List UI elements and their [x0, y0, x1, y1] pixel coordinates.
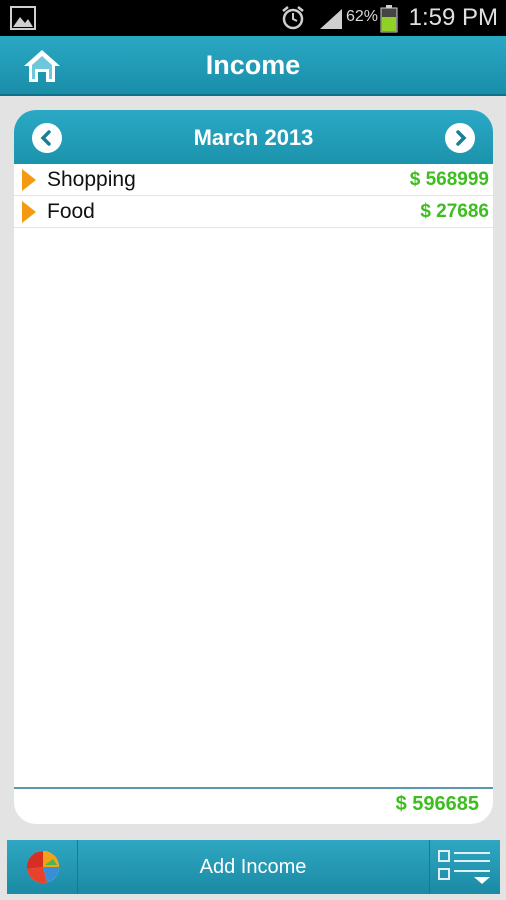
status-clock: 1:59 PM: [408, 4, 498, 31]
month-header: March 2013: [14, 110, 493, 164]
expand-arrow-icon: [22, 201, 36, 223]
category-amount: $ 568999: [409, 169, 489, 190]
gallery-icon: [10, 6, 36, 30]
income-list: Shopping $ 568999 Food $ 27686: [14, 164, 493, 228]
category-amount: $ 27686: [420, 201, 489, 222]
alarm-icon: [282, 6, 304, 30]
list-item[interactable]: Shopping $ 568999: [14, 164, 493, 196]
chart-button[interactable]: [7, 840, 78, 894]
total-divider: [14, 787, 493, 789]
battery-icon: [380, 5, 398, 33]
pie-chart-icon: [26, 850, 60, 884]
total-amount: $ 596685: [395, 793, 479, 815]
add-income-button[interactable]: Add Income: [78, 840, 428, 894]
status-bar: 62% 1:59 PM: [0, 0, 506, 36]
category-name: Shopping: [47, 168, 136, 191]
category-name: Food: [47, 200, 95, 223]
chevron-right-icon: [456, 130, 467, 146]
battery-percent: 62%: [346, 8, 379, 25]
list-item[interactable]: Food $ 27686: [14, 196, 493, 228]
expand-arrow-icon: [22, 169, 36, 191]
list-menu-button[interactable]: [429, 840, 500, 894]
bottom-toolbar: Add Income: [7, 840, 500, 894]
next-month-button[interactable]: [445, 123, 475, 153]
month-label: March 2013: [193, 125, 314, 150]
page-title: Income: [205, 50, 301, 80]
income-card: March 2013 Shopping $ 568999 Food $ 2768…: [14, 110, 493, 824]
list-menu-icon: [438, 850, 490, 884]
signal-icon: [320, 9, 342, 29]
title-bar: Income: [0, 36, 506, 96]
